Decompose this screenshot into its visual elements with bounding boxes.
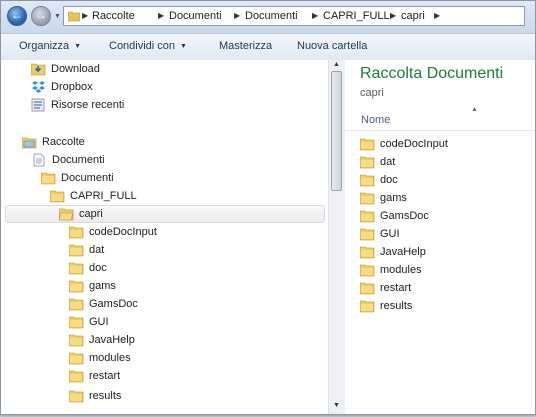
folder-icon: [359, 137, 375, 157]
explorer-window: ← → ▼ ▶ Raccolte ▶ Documenti ▶ Documenti…: [0, 0, 536, 415]
folder-icon: [359, 299, 375, 319]
breadcrumb-capri-full[interactable]: CAPRI_FULL: [323, 10, 390, 22]
recent-pages-dropdown-icon[interactable]: ▼: [54, 13, 61, 20]
list-item-label: gams: [380, 192, 407, 204]
folder-icon: [68, 333, 84, 353]
breadcrumb-separator-icon[interactable]: ▶: [158, 11, 164, 20]
folder-icon: [49, 189, 65, 209]
navigation-scrollbar[interactable]: ▲ ▼: [328, 60, 345, 414]
dropbox-icon: [31, 80, 46, 100]
breadcrumb-documenti-2[interactable]: Documenti: [245, 10, 298, 22]
folder-icon: [68, 243, 84, 263]
scrollbar-thumb[interactable]: [331, 71, 342, 191]
nav-subfolder-label: gams: [89, 280, 116, 292]
breadcrumb-separator-icon[interactable]: ▶: [312, 11, 318, 20]
list-item-label: doc: [380, 174, 398, 186]
folder-icon: [359, 155, 375, 175]
share-label: Condividi con: [109, 40, 176, 52]
navigation-pane: Download Dropbox Risorse recenti Raccolt…: [1, 60, 328, 414]
nav-item-label: Raccolte: [42, 136, 85, 148]
column-header-name[interactable]: ▲ Nome: [345, 106, 535, 131]
nav-subfolder-label: dat: [89, 244, 105, 256]
breadcrumb-separator-icon[interactable]: ▶: [234, 11, 240, 20]
breadcrumb-separator-icon[interactable]: ▶: [434, 11, 440, 20]
column-header-label: Nome: [361, 114, 391, 126]
library-title: Raccolta Documenti: [360, 65, 504, 82]
library-subtitle: capri: [360, 87, 384, 99]
address-bar: ← → ▼ ▶ Raccolte ▶ Documenti ▶ Documenti…: [1, 1, 535, 33]
documents-library-icon: [32, 153, 47, 173]
breadcrumb-capri[interactable]: capri: [401, 10, 425, 22]
forward-arrow-icon[interactable]: →: [31, 6, 51, 26]
libraries-icon: [21, 135, 37, 155]
chevron-down-icon: ▼: [180, 43, 187, 50]
folder-icon: [359, 227, 375, 247]
nav-subfolder-label: codeDocInput: [89, 226, 157, 238]
folder-icon: [68, 225, 84, 245]
list-item-label: GUI: [380, 228, 400, 240]
organize-button[interactable]: Organizza ▼: [19, 40, 81, 52]
breadcrumb[interactable]: ▶ Raccolte ▶ Documenti ▶ Documenti ▶ CAP…: [63, 6, 525, 26]
folder-icon: [359, 209, 375, 229]
folder-icon: [359, 263, 375, 283]
nav-item-label: Documenti: [61, 172, 114, 184]
folder-icon: [68, 369, 84, 389]
list-item-label: codeDocInput: [380, 138, 448, 150]
back-arrow-icon[interactable]: ←: [7, 6, 27, 26]
nav-subfolder-label: modules: [89, 352, 131, 364]
new-folder-button[interactable]: Nuova cartella: [297, 40, 367, 52]
share-with-button[interactable]: Condividi con ▼: [109, 40, 187, 52]
list-item-label: dat: [380, 156, 396, 168]
list-item-label: JavaHelp: [380, 246, 426, 258]
breadcrumb-separator-icon[interactable]: ▶: [82, 11, 88, 20]
command-bar: Organizza ▼ Condividi con ▼ Masterizza Nuo…: [1, 33, 535, 61]
breadcrumb-documenti[interactable]: Documenti: [169, 10, 222, 22]
nav-item-label: capri: [79, 208, 103, 220]
folder-icon: [40, 171, 56, 191]
nav-item-label: Documenti: [52, 154, 105, 166]
nav-item-label: CAPRI_FULL: [70, 190, 137, 202]
nav-item-label: Risorse recenti: [51, 99, 125, 111]
folder-icon: [359, 173, 375, 193]
folder-icon: [68, 279, 84, 299]
folder-icon: [359, 245, 375, 265]
list-item-label: results: [380, 300, 413, 312]
folder-icon: [68, 315, 84, 335]
scroll-down-icon[interactable]: ▼: [333, 402, 340, 409]
burn-button[interactable]: Masterizza: [219, 40, 272, 52]
list-item-label: restart: [380, 282, 412, 294]
folder-icon: [67, 10, 81, 25]
nav-subfolder-label: restart: [89, 370, 121, 382]
organize-label: Organizza: [19, 40, 70, 52]
content-pane: Raccolta Documenti capri ▲ Nome codeDocI…: [345, 60, 535, 414]
nav-item-label: Dropbox: [51, 81, 93, 93]
download-folder-icon: [30, 62, 46, 82]
folder-icon: [68, 261, 84, 281]
nav-subfolder-label: doc: [89, 262, 107, 274]
list-item-label: GamsDoc: [380, 210, 429, 222]
folder-icon: [359, 191, 375, 211]
breadcrumb-separator-icon[interactable]: ▶: [390, 11, 396, 20]
breadcrumb-raccolte[interactable]: Raccolte: [92, 10, 135, 22]
folder-icon: [68, 297, 84, 317]
sort-ascending-icon: ▲: [471, 106, 478, 113]
recent-places-icon: [31, 98, 46, 118]
scroll-up-icon[interactable]: ▲: [333, 61, 340, 68]
nav-item-label: Download: [51, 63, 100, 75]
folder-icon: [359, 281, 375, 301]
folder-icon: [68, 389, 84, 409]
open-folder-icon: [58, 207, 74, 227]
list-item-label: modules: [380, 264, 422, 276]
nav-subfolder-label: results: [89, 390, 122, 402]
folder-icon: [68, 351, 84, 371]
chevron-down-icon: ▼: [74, 43, 82, 50]
nav-subfolder-label: GamsDoc: [89, 298, 138, 310]
nav-subfolder-label: JavaHelp: [89, 334, 135, 346]
nav-subfolder-label: GUI: [89, 316, 109, 328]
